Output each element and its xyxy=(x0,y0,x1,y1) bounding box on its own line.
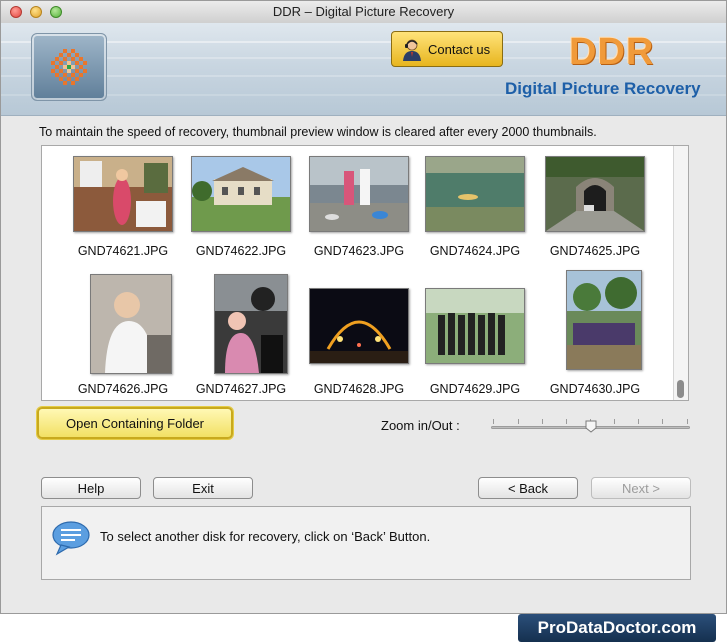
window-title: DDR – Digital Picture Recovery xyxy=(272,4,455,19)
status-message: To select another disk for recovery, cli… xyxy=(100,529,431,544)
zoom-slider-tick xyxy=(662,419,663,424)
thumbnail-filename: GND74628.JPG xyxy=(313,382,405,396)
scrollbar-thumb[interactable] xyxy=(677,380,684,398)
thumbnail-image xyxy=(545,156,645,232)
title-bar[interactable]: DDR – Digital Picture Recovery xyxy=(1,1,726,24)
thumbnail-image xyxy=(191,156,291,232)
thumbnail-filename: GND74630.JPG xyxy=(549,382,641,396)
ddr-logo-icon xyxy=(31,33,107,101)
zoom-slider-tick xyxy=(614,419,615,424)
thumbnail-image xyxy=(309,156,409,232)
thumbnail-filename: GND74621.JPG xyxy=(77,244,169,258)
status-message-box: To select another disk for recovery, cli… xyxy=(41,506,691,580)
thumbnail-item[interactable]: GND74623.JPG xyxy=(304,156,414,258)
brand-subtitle: Digital Picture Recovery xyxy=(505,79,701,98)
zoom-slider[interactable] xyxy=(491,419,690,435)
help-button[interactable]: Help xyxy=(41,477,141,499)
thumbnail-item[interactable]: GND74624.JPG xyxy=(420,156,530,258)
thumbnail-filename: GND74622.JPG xyxy=(195,244,287,258)
thumbnail-image xyxy=(425,156,525,232)
notice-text: To maintain the speed of recovery, thumb… xyxy=(39,125,597,139)
zoom-window-button[interactable] xyxy=(50,6,62,18)
app-window: DDR – Digital Picture Recovery Contact u… xyxy=(0,0,727,614)
thumbnail-item[interactable]: GND74627.JPG xyxy=(186,274,296,396)
exit-button[interactable]: Exit xyxy=(153,477,253,499)
thumbnail-image xyxy=(73,156,173,232)
thumbnail-item[interactable]: GND74622.JPG xyxy=(186,156,296,258)
zoom-slider-knob[interactable] xyxy=(585,420,597,433)
thumbnail-filename: GND74625.JPG xyxy=(549,244,641,258)
thumbnail-filename: GND74626.JPG xyxy=(77,382,169,396)
app-header: Contact us DDR Digital Picture Recovery xyxy=(1,23,726,116)
brand-title: DDR xyxy=(569,31,655,73)
next-button[interactable]: Next > xyxy=(591,477,691,499)
thumbnail-filename: GND74627.JPG xyxy=(195,382,287,396)
thumbnail-filename: GND74624.JPG xyxy=(429,244,521,258)
thumbnail-image xyxy=(213,274,288,374)
back-button[interactable]: < Back xyxy=(478,477,578,499)
zoom-slider-tick xyxy=(687,419,688,424)
thumbnail-item[interactable]: GND74625.JPG xyxy=(540,156,650,258)
thumbnail-image xyxy=(309,288,409,364)
zoom-label: Zoom in/Out : xyxy=(381,418,460,433)
thumbnail-item[interactable]: GND74621.JPG xyxy=(68,156,178,258)
thumbnail-filename: GND74629.JPG xyxy=(429,382,521,396)
zoom-slider-tick xyxy=(493,419,494,424)
thumbnail-image xyxy=(425,288,525,364)
thumbnail-item[interactable]: GND74628.JPG xyxy=(304,274,414,396)
zoom-slider-tick xyxy=(638,419,639,424)
thumbnail-item[interactable]: GND74629.JPG xyxy=(420,274,530,396)
thumbnail-scrollbar[interactable] xyxy=(673,146,688,400)
thumbnail-image xyxy=(89,274,172,374)
minimize-window-button[interactable] xyxy=(30,6,42,18)
header-decoration xyxy=(1,75,726,77)
thumbnail-item[interactable]: GND74626.JPG xyxy=(68,274,178,396)
thumbnail-item[interactable]: GND74630.JPG xyxy=(540,270,650,396)
thumbnail-image xyxy=(566,270,642,370)
thumbnail-preview-panel[interactable]: GND74621.JPG GND74622.JPG GND74623.JPG G… xyxy=(41,145,689,401)
chat-bubble-icon xyxy=(51,520,91,559)
zoom-slider-tick xyxy=(566,419,567,424)
contact-us-button[interactable]: Contact us xyxy=(391,31,503,67)
website-badge: ProDataDoctor.com xyxy=(518,614,716,642)
close-window-button[interactable] xyxy=(10,6,22,18)
zoom-slider-tick xyxy=(518,419,519,424)
open-containing-folder-button[interactable]: Open Containing Folder xyxy=(37,407,233,439)
contact-us-label: Contact us xyxy=(428,42,491,57)
thumbnail-filename: GND74623.JPG xyxy=(313,244,405,258)
zoom-slider-tick xyxy=(542,419,543,424)
support-agent-icon xyxy=(400,37,424,64)
